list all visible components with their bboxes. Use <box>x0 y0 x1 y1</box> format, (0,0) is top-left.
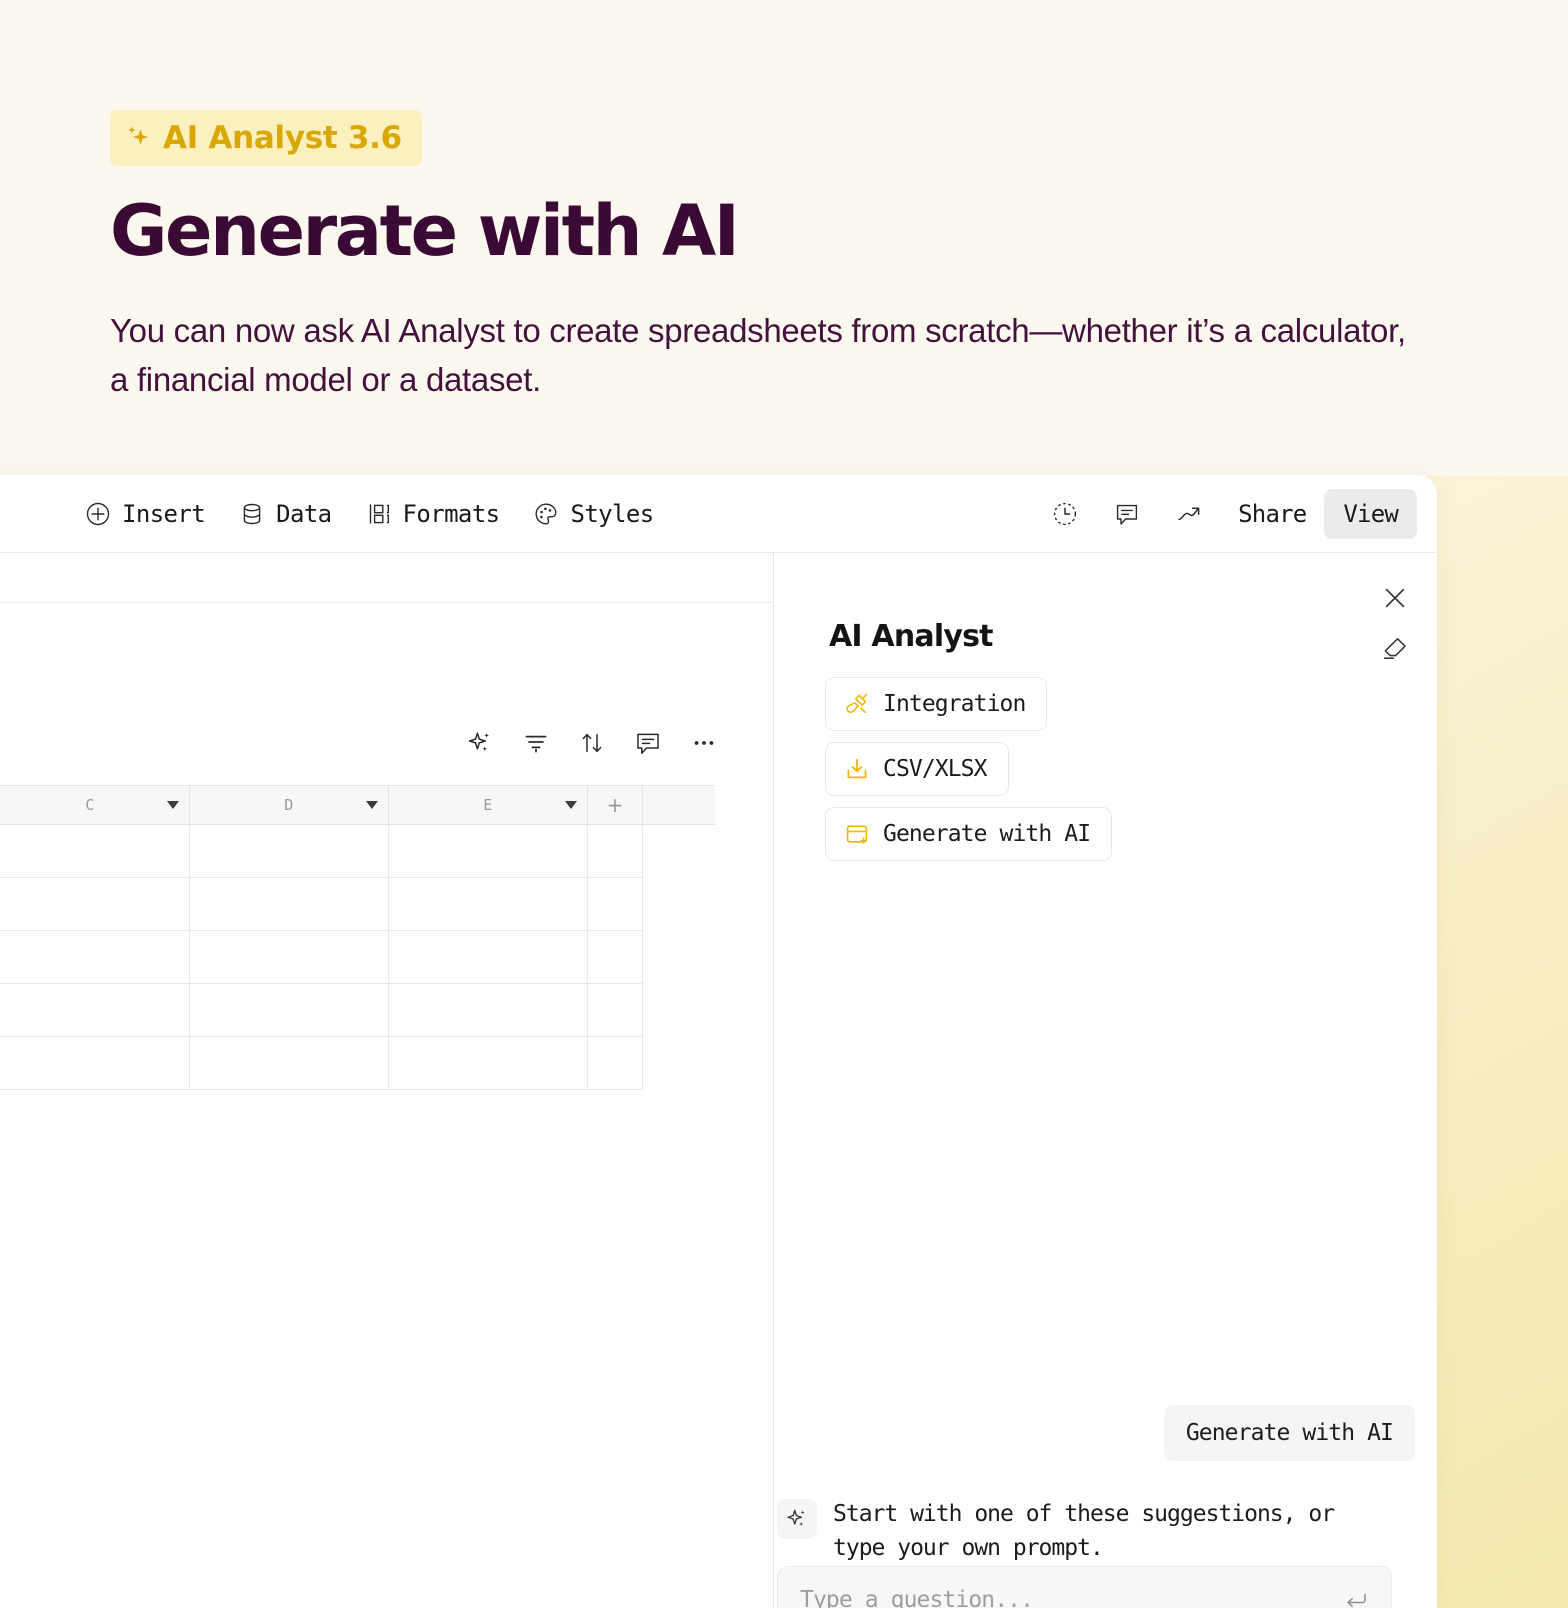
grid-cell[interactable] <box>190 931 389 984</box>
assistant-message-text: Start with one of these suggestions, or … <box>833 1501 1335 1561</box>
grid-cell[interactable] <box>190 878 389 931</box>
sparkle-ai-icon[interactable] <box>465 728 495 758</box>
column-header-d[interactable]: D <box>190 786 389 824</box>
view-button[interactable]: View <box>1324 488 1417 539</box>
toolbar-left-group: Insert Data Formats Styles <box>85 500 654 528</box>
assistant-message-row: Start with one of these suggestions, or … <box>777 1497 1417 1565</box>
grid-cell[interactable] <box>588 825 643 878</box>
question-composer[interactable] <box>777 1566 1392 1608</box>
toolbar-right-group: Share View <box>1034 488 1417 539</box>
grid-row <box>0 1037 715 1090</box>
page-title: Generate with AI <box>110 190 740 272</box>
grid-cell[interactable] <box>0 931 190 984</box>
user-message-bubble: Generate with AI <box>1163 1405 1415 1461</box>
grid-cell[interactable] <box>0 878 190 931</box>
assistant-avatar <box>777 1499 817 1539</box>
chevron-down-icon[interactable] <box>167 801 179 809</box>
source-option-label: CSV/XLSX <box>883 756 987 782</box>
plus-icon: + <box>606 793 624 817</box>
trending-up-icon[interactable] <box>1175 500 1203 528</box>
grid-cell[interactable] <box>0 825 190 878</box>
close-icon[interactable] <box>1380 583 1410 613</box>
source-option-csv-xlsx[interactable]: CSV/XLSX <box>825 742 1009 796</box>
database-icon <box>243 503 261 524</box>
chevron-down-icon[interactable] <box>366 801 378 809</box>
column-label: C <box>85 796 95 814</box>
column-header-e[interactable]: E <box>389 786 588 824</box>
toolbar-item-label: Insert <box>122 499 206 528</box>
app-toolbar: Insert Data Formats Styles Share View <box>0 475 1437 553</box>
grid-cell[interactable] <box>0 1037 190 1090</box>
plus-circle-icon <box>86 502 110 525</box>
toolbar-item-data[interactable]: Data <box>239 499 332 528</box>
grid-cell[interactable] <box>190 984 389 1037</box>
grid-cell[interactable] <box>389 878 588 931</box>
more-horizontal-icon[interactable] <box>689 728 719 758</box>
grid-cell[interactable] <box>389 931 588 984</box>
column-label: E <box>483 796 493 814</box>
comment-icon[interactable] <box>1113 500 1141 528</box>
eraser-icon[interactable] <box>1380 633 1410 663</box>
grid-row <box>0 878 715 931</box>
chevron-down-icon[interactable] <box>565 801 577 809</box>
grid-cell[interactable] <box>190 825 389 878</box>
history-clock-icon[interactable] <box>1051 500 1079 528</box>
product-version-badge: AI Analyst 3.6 <box>110 110 422 166</box>
palette-icon <box>535 502 557 525</box>
grid-cell[interactable] <box>389 984 588 1037</box>
page-subtitle: You can now ask AI Analyst to create spr… <box>110 312 1406 398</box>
grid-cell[interactable] <box>389 1037 588 1090</box>
grid-cell[interactable] <box>588 931 643 984</box>
hero-section: AI Analyst 3.6 Generate with AI You can … <box>0 0 1568 476</box>
grid-cell[interactable] <box>588 984 643 1037</box>
panel-title: AI Analyst <box>829 619 993 654</box>
source-option-label: Integration <box>883 691 1026 717</box>
toolbar-item-insert[interactable]: Insert <box>85 499 206 528</box>
sheet-toolbar <box>465 728 719 758</box>
grid-row <box>0 825 715 878</box>
toolbar-item-label: Data <box>276 499 332 528</box>
ai-analyst-panel: AI Analyst Integration CSV/XLSX Generate… <box>775 553 1437 1608</box>
table-plus-icon <box>846 825 868 844</box>
column-header-c[interactable]: C <box>0 786 190 824</box>
toolbar-item-styles[interactable]: Styles <box>533 499 654 528</box>
grid-cell[interactable] <box>0 984 190 1037</box>
column-label: D <box>284 796 294 814</box>
toolbar-item-label: Styles <box>570 499 654 528</box>
question-input[interactable] <box>800 1586 1343 1608</box>
enter-return-icon[interactable] <box>1343 1587 1369 1608</box>
spreadsheet-area: C D E + <box>0 553 774 1608</box>
source-option-integration[interactable]: Integration <box>825 677 1048 731</box>
spreadsheet-grid: C D E + <box>0 785 715 1090</box>
source-option-generate-with-ai[interactable]: Generate with AI <box>825 807 1113 861</box>
toolbar-item-label: Formats <box>402 499 501 528</box>
filter-icon[interactable] <box>521 728 551 758</box>
data-source-options: Integration CSV/XLSX Generate with AI <box>825 677 1113 861</box>
share-button[interactable]: Share <box>1238 500 1307 528</box>
grid-cell[interactable] <box>588 878 643 931</box>
comment-icon[interactable] <box>633 728 663 758</box>
source-option-label: Generate with AI <box>883 821 1091 847</box>
grid-column-headers: C D E + <box>0 785 715 825</box>
toolbar-item-formats[interactable]: Formats <box>366 500 500 528</box>
grid-body <box>0 825 715 1090</box>
plug-icon <box>846 693 868 714</box>
add-column-button[interactable]: + <box>588 786 643 824</box>
grid-cell[interactable] <box>588 1037 643 1090</box>
sparkle-ai-icon <box>787 1509 805 1527</box>
app-window: Insert Data Formats Styles Share View C … <box>0 475 1437 1608</box>
sparkles-icon <box>128 126 148 145</box>
download-icon <box>847 758 867 779</box>
grid-row <box>0 931 715 984</box>
sheet-name-bar <box>0 553 774 603</box>
grid-cell[interactable] <box>190 1037 389 1090</box>
formats-layout-icon <box>369 503 389 524</box>
sort-icon[interactable] <box>577 728 607 758</box>
grid-row <box>0 984 715 1037</box>
grid-cell[interactable] <box>389 825 588 878</box>
badge-label: AI Analyst 3.6 <box>163 120 402 156</box>
